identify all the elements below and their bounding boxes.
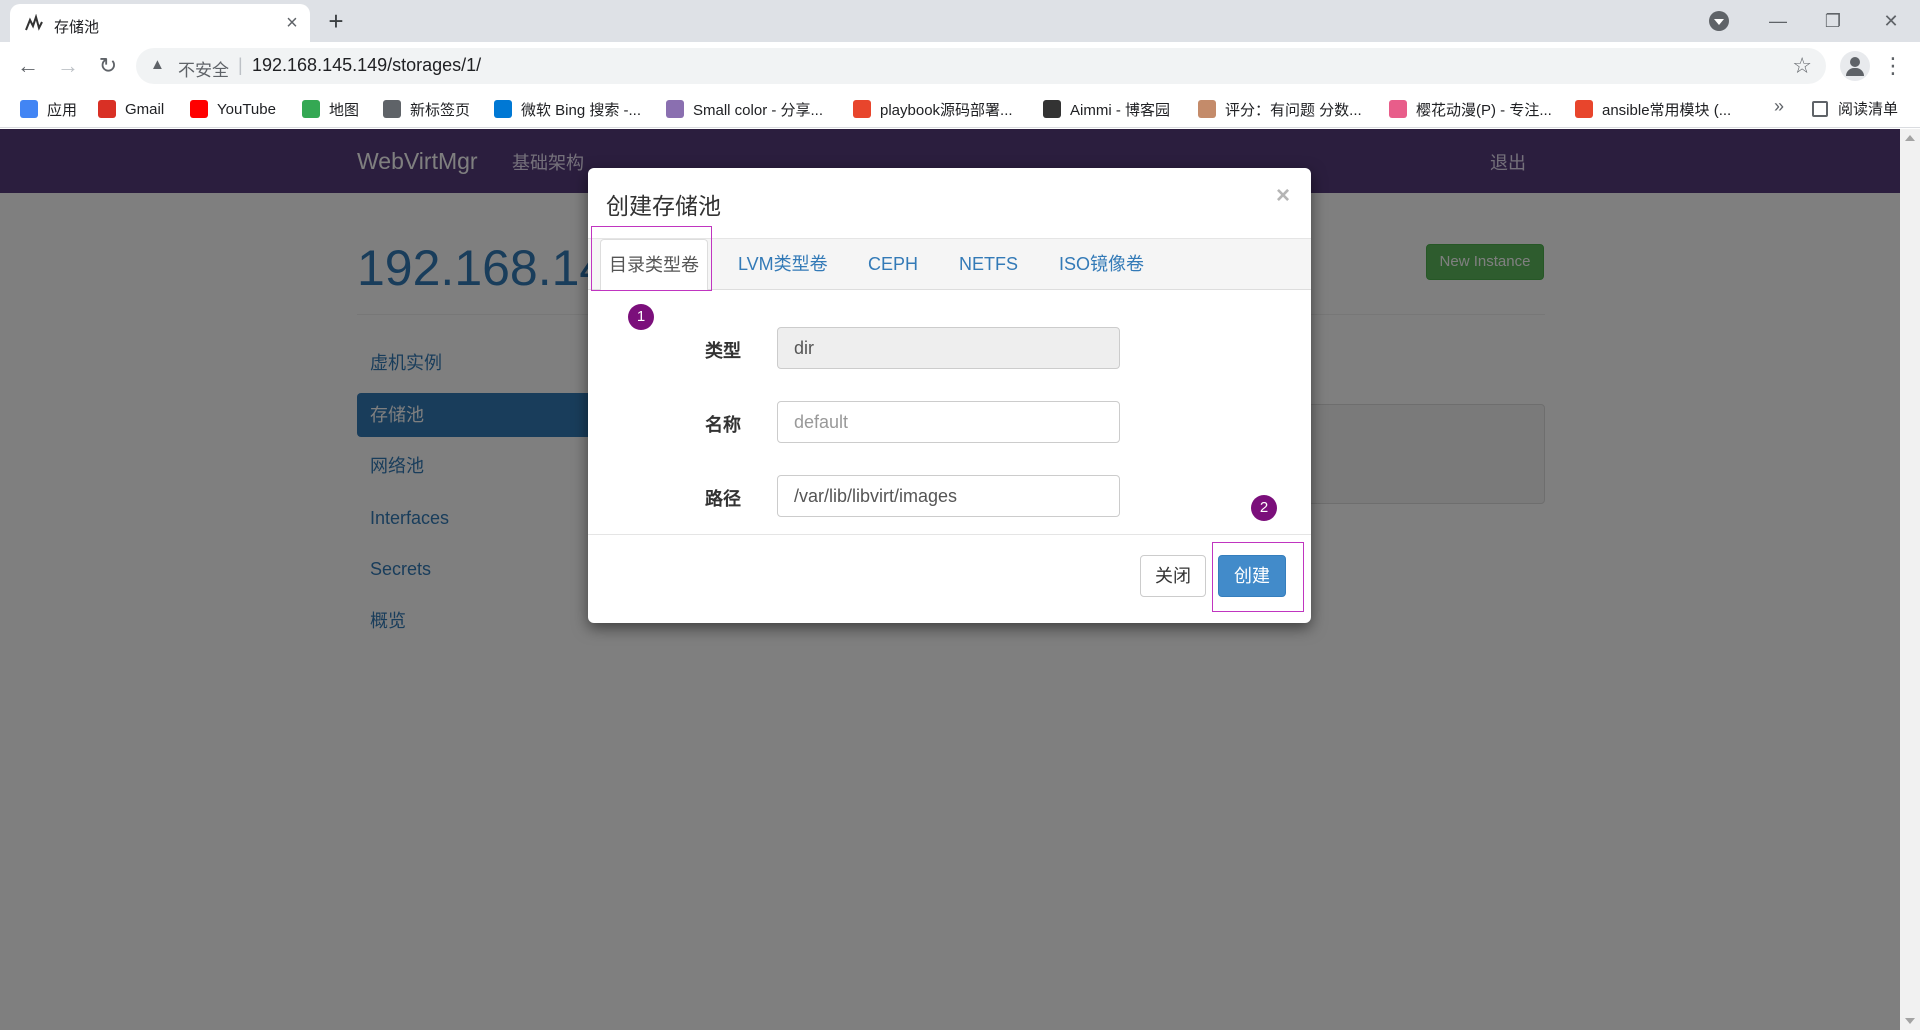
bookmarks-bar: » 阅读清单 应用 Gmail YouTube 地图 新标签页 微软 Bing 搜索 -.… — [0, 90, 1920, 128]
bookmark-apps[interactable]: 应用 — [20, 98, 77, 120]
maps-icon — [302, 100, 320, 118]
step-badge-2: 2 — [1251, 495, 1277, 521]
bookmark-gmail[interactable]: Gmail — [98, 98, 164, 120]
new-tab-page-icon — [383, 100, 401, 118]
step-badge-1: 1 — [628, 304, 654, 330]
bookmark-sakura[interactable]: 樱花动漫(P) - 专注... — [1389, 98, 1552, 120]
bookmarks-more-icon[interactable]: » — [1774, 96, 1784, 117]
type-field[interactable] — [777, 327, 1120, 369]
sakura-icon — [1389, 100, 1407, 118]
type-label: 类型 — [705, 341, 741, 361]
bookmark-label: playbook源码部署... — [880, 101, 1013, 119]
reading-list-label: 阅读清单 — [1838, 101, 1899, 118]
webvirtmgr-favicon-icon — [25, 14, 43, 31]
bookmark-playbook[interactable]: playbook源码部署... — [853, 98, 1013, 120]
browser-tab[interactable]: 存储池 × — [10, 4, 310, 42]
tab-ceph[interactable]: CEPH — [868, 239, 918, 290]
modal-title: 创建存储池 — [606, 193, 721, 219]
back-icon[interactable]: ← — [14, 52, 42, 80]
bookmark-label: YouTube — [217, 100, 276, 118]
tab-lvm[interactable]: LVM类型卷 — [738, 239, 828, 290]
bookmark-ansible[interactable]: ansible常用模块 (... — [1575, 98, 1731, 120]
name-label: 名称 — [705, 415, 741, 435]
ansible-icon — [1575, 100, 1593, 118]
youtube-icon — [190, 100, 208, 118]
close-button[interactable]: 关闭 — [1140, 555, 1206, 597]
bing-icon — [494, 100, 512, 118]
bookmark-label: 评分：有问题 分数... — [1225, 101, 1362, 119]
insecure-label[interactable]: 不安全 — [178, 56, 229, 81]
aimmi-icon — [1043, 100, 1061, 118]
tab-netfs[interactable]: NETFS — [959, 239, 1018, 290]
highlight-box-step1 — [591, 226, 712, 291]
highlight-box-step2 — [1212, 542, 1304, 612]
bookmark-rating[interactable]: 评分：有问题 分数... — [1198, 98, 1362, 120]
tab-close-icon[interactable]: × — [280, 11, 304, 35]
bookmark-maps[interactable]: 地图 — [302, 98, 359, 120]
reading-list-button[interactable]: 阅读清单 — [1812, 98, 1898, 119]
modal-close-icon[interactable]: × — [1276, 182, 1290, 210]
name-field[interactable] — [777, 401, 1120, 443]
reload-icon[interactable]: ↻ — [94, 52, 122, 80]
browser-tabstrip: 存储池 × + — ❐ ✕ — [0, 0, 1920, 42]
window-close-icon[interactable]: ✕ — [1873, 6, 1909, 36]
bookmark-label: 樱花动漫(P) - 专注... — [1416, 101, 1552, 119]
warning-icon[interactable]: ▲ — [150, 56, 165, 73]
bookmark-label: 地图 — [329, 101, 360, 119]
path-label: 路径 — [705, 489, 741, 509]
bookmark-label: 微软 Bing 搜索 -... — [521, 101, 642, 119]
browser-toolbar: ← → ↻ ▲ 不安全 | 192.168.145.149/storages/1… — [0, 42, 1920, 90]
apps-icon — [20, 100, 38, 118]
bookmark-star-icon[interactable]: ☆ — [1792, 53, 1812, 79]
small-color-icon — [666, 100, 684, 118]
forward-icon[interactable]: → — [54, 52, 82, 80]
bookmark-small-color[interactable]: Small color - 分享... — [666, 98, 823, 120]
bookmark-label: 应用 — [47, 101, 78, 119]
bookmark-label: Gmail — [125, 100, 165, 118]
create-storage-modal: 创建存储池 × 目录类型卷 LVM类型卷 CEPH NETFS ISO镜像卷 1… — [588, 168, 1311, 623]
bookmark-youtube[interactable]: YouTube — [190, 98, 276, 120]
gmail-icon — [98, 100, 116, 118]
playbook-icon — [853, 100, 871, 118]
url-text[interactable]: 192.168.145.149/storages/1/ — [252, 55, 481, 76]
page-scrollbar[interactable] — [1900, 129, 1920, 1030]
bookmark-aimmi[interactable]: Aimmi - 博客园 — [1043, 98, 1170, 120]
tab-title: 存储池 — [54, 19, 100, 36]
bookmark-label: Small color - 分享... — [693, 101, 824, 119]
modal-footer-divider — [588, 534, 1311, 535]
tab-iso[interactable]: ISO镜像卷 — [1059, 239, 1144, 290]
bookmark-label: 新标签页 — [410, 101, 471, 119]
path-field[interactable] — [777, 475, 1120, 517]
url-separator: | — [238, 55, 243, 75]
new-tab-icon[interactable]: + — [322, 8, 350, 36]
page-viewport: WebVirtMgr 基础架构 退出 192.168.145.149 New I… — [0, 129, 1900, 1030]
bookmark-label: Aimmi - 博客园 — [1070, 101, 1170, 119]
minimize-icon[interactable]: — — [1760, 6, 1796, 36]
address-bar[interactable]: ▲ 不安全 | 192.168.145.149/storages/1/ ☆ — [136, 48, 1826, 84]
scroll-down-icon[interactable] — [1905, 1018, 1915, 1024]
restore-icon[interactable]: ❐ — [1815, 6, 1851, 36]
bookmark-new-tab-page[interactable]: 新标签页 — [383, 98, 470, 120]
browser-menu-icon[interactable]: ⋮ — [1882, 51, 1904, 81]
scroll-up-icon[interactable] — [1905, 135, 1915, 141]
tab-search-icon[interactable] — [1709, 11, 1729, 31]
bookmark-label: ansible常用模块 (... — [1602, 101, 1732, 119]
rating-icon — [1198, 100, 1216, 118]
profile-avatar-icon[interactable] — [1840, 51, 1870, 81]
reading-list-icon — [1812, 100, 1828, 117]
bookmark-bing[interactable]: 微软 Bing 搜索 -... — [494, 98, 641, 120]
